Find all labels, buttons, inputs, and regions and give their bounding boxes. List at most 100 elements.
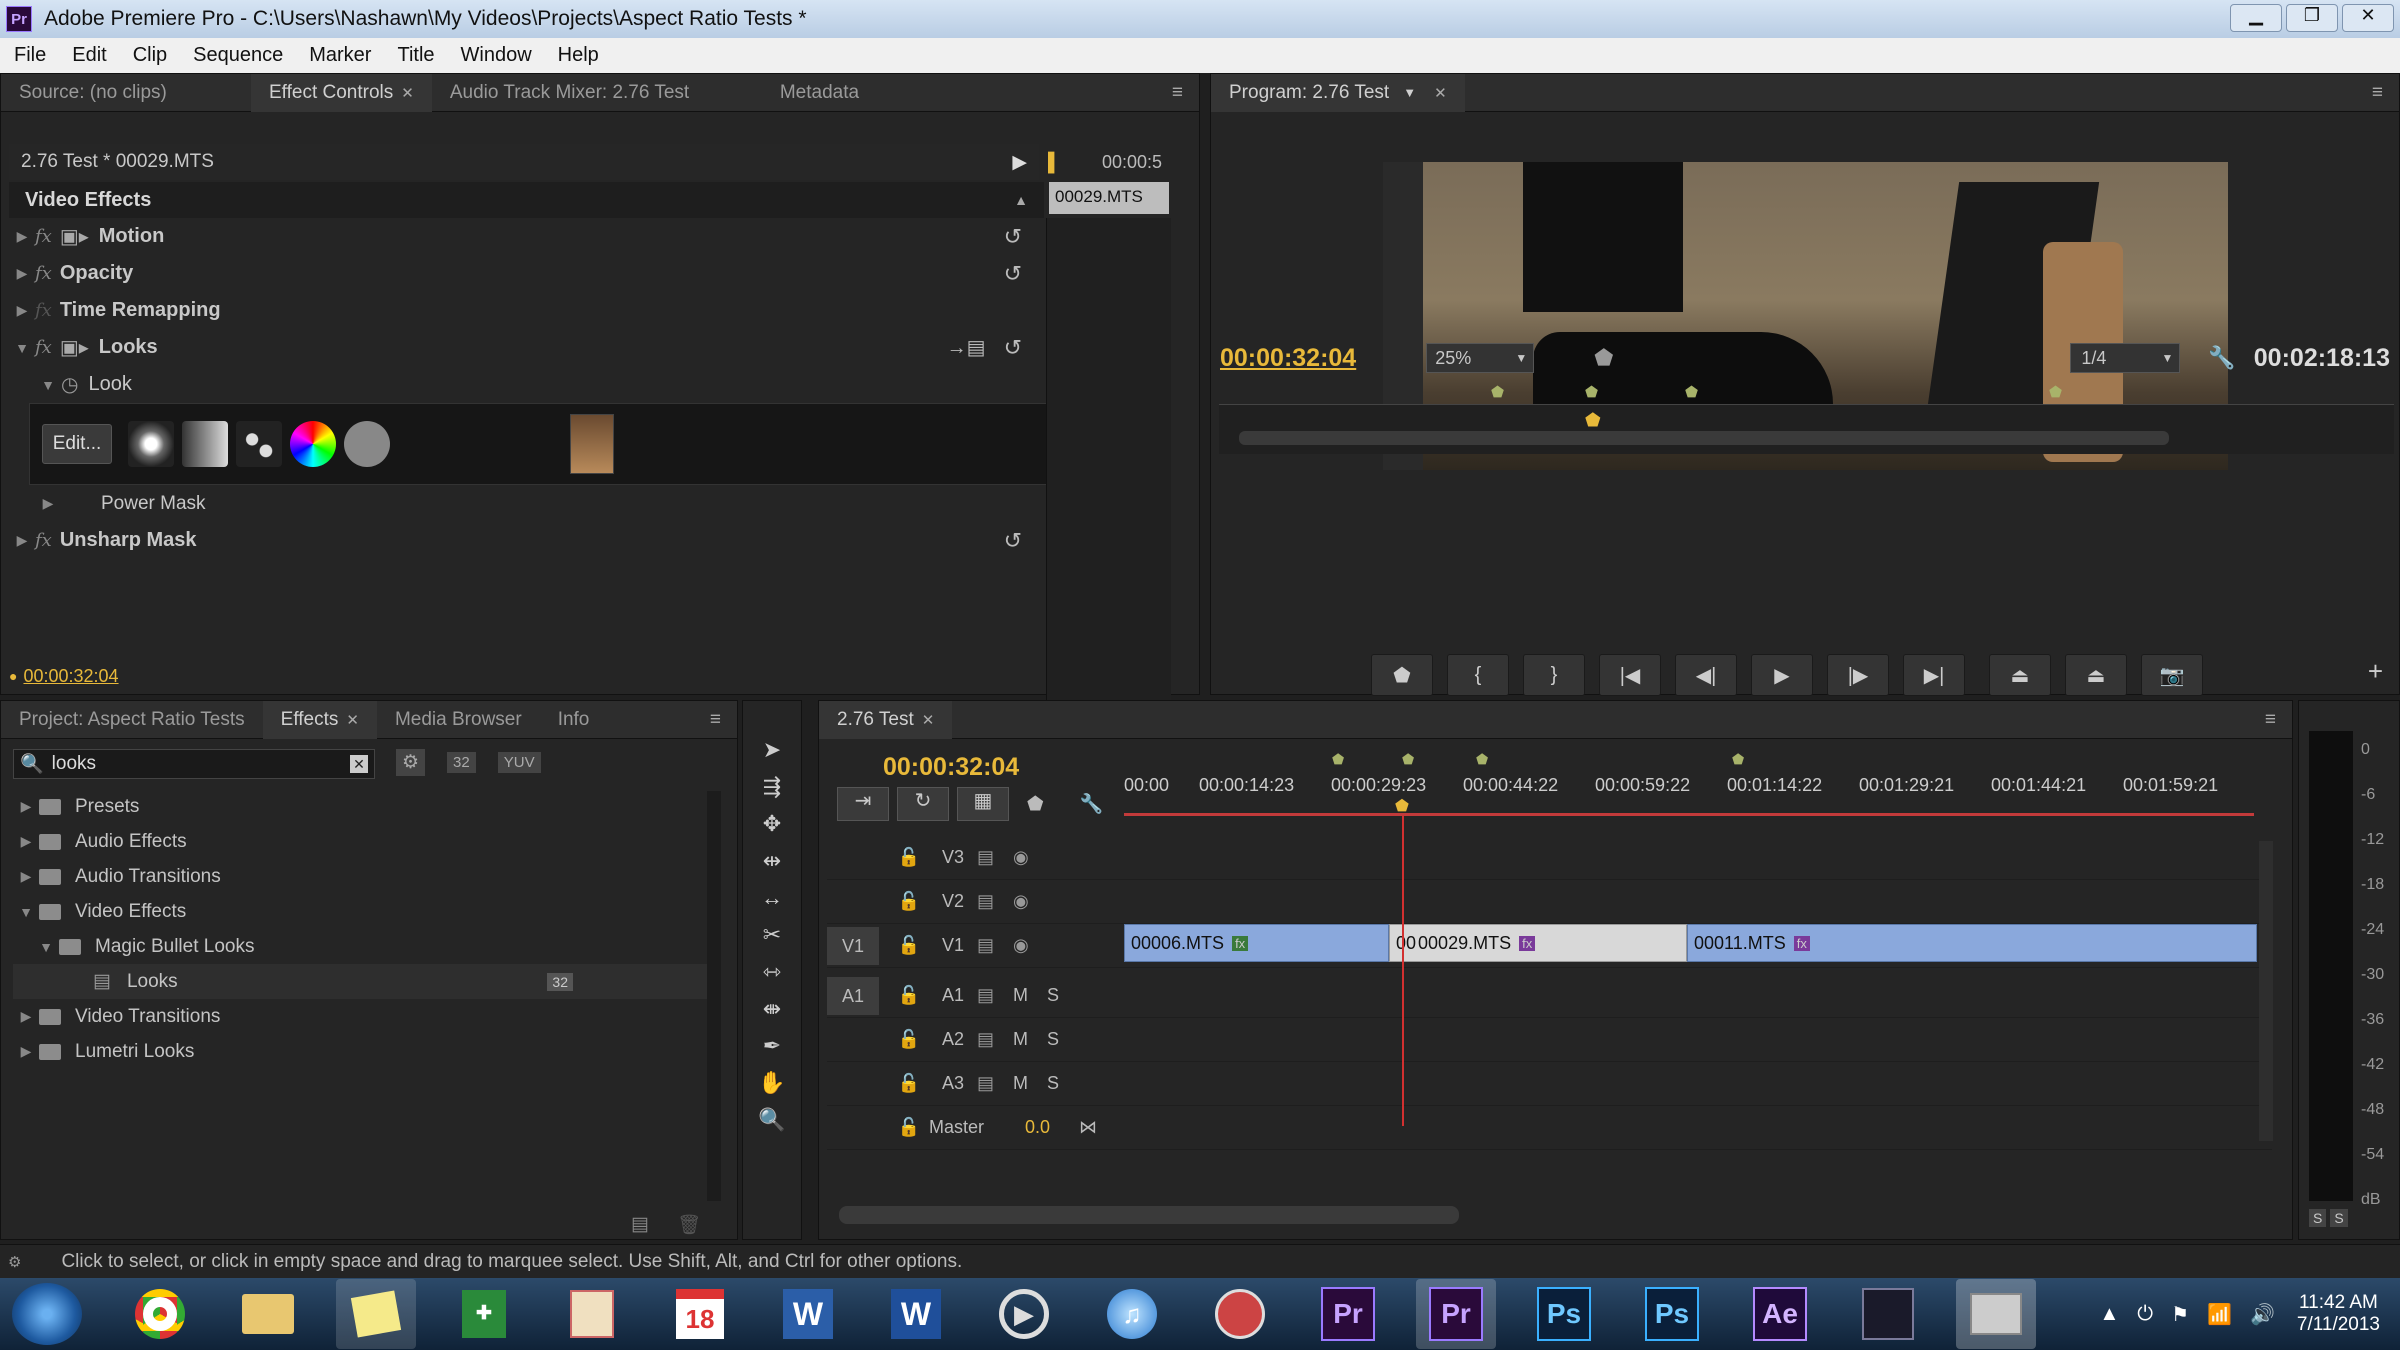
collapse-icon[interactable]: ▼ [9,340,35,356]
network-signal-icon[interactable]: 📶 [2207,1302,2232,1327]
tab-effect-controls[interactable]: Effect Controls ✕ [251,73,432,112]
playhead-icon[interactable]: ⬟ [1395,796,1409,816]
zoom-tool-icon[interactable]: 🔍 [758,1101,785,1138]
reset-icon[interactable]: ↺ [1004,261,1022,287]
menu-edit[interactable]: Edit [72,44,106,67]
resolution-select[interactable]: 1/4 ▼ [2070,343,2181,373]
film-icon[interactable]: ▤ [977,1029,1013,1050]
collapse-icon[interactable]: ▼ [35,377,61,393]
spreadsheet-icon[interactable]: ✚ [444,1279,524,1349]
reset-icon[interactable]: ↺ [1004,224,1022,250]
fx-icon[interactable]: fx [35,263,52,284]
panel-menu-icon[interactable]: ≡ [710,709,721,731]
film-icon[interactable]: ▤ [977,985,1013,1006]
tree-item-audio-effects[interactable]: ▶ Audio Effects [13,824,713,859]
word-2-icon[interactable]: W [876,1279,956,1349]
fx-icon[interactable]: fx [35,530,52,551]
close-icon[interactable]: ✕ [922,711,935,729]
reset-icon[interactable]: ↺ [1004,528,1022,554]
edit-looks-button[interactable]: Edit... [42,424,112,464]
power-mask-row[interactable]: ▶ Power Mask [9,485,1044,522]
slide-tool-icon[interactable]: ⇼ [763,990,781,1027]
expand-icon[interactable]: ▶ [13,1008,39,1025]
after-effects-icon[interactable]: Ae [1740,1279,1820,1349]
notepad-icon[interactable] [552,1279,632,1349]
lock-icon[interactable]: 🔓 [889,985,929,1006]
ripple-edit-tool-icon[interactable]: ✥ [763,805,781,842]
tree-item-presets[interactable]: ▶ Presets [13,789,713,824]
close-icon[interactable]: ✕ [401,84,414,102]
lock-icon[interactable]: 🔓 [889,847,929,868]
expand-icon[interactable]: ▶ [13,798,39,815]
expand-icon[interactable]: ▶ [9,265,35,282]
menu-window[interactable]: Window [461,44,532,67]
mute-button[interactable]: M [1013,1029,1047,1050]
premiere-active-icon[interactable]: Pr [1416,1279,1496,1349]
reset-icon[interactable]: ↺ [1004,335,1022,361]
expand-icon[interactable]: ▶ [35,495,61,512]
eye-icon[interactable]: ◉ [1013,935,1029,956]
media-encoder-icon[interactable] [1848,1279,1928,1349]
add-marker-icon[interactable]: ▦ [957,787,1009,821]
tab-effects[interactable]: Effects ✕ [262,700,377,739]
timeline-horizontal-scrollbar[interactable] [839,1206,1459,1224]
mute-button[interactable]: M [1013,1073,1047,1094]
tree-item-magic-bullet-looks[interactable]: ▼ Magic Bullet Looks [13,929,713,964]
look-thumb-colorwheel-icon[interactable] [290,421,336,467]
itunes-icon[interactable]: ♫ [1092,1279,1172,1349]
chrome-icon[interactable] [120,1279,200,1349]
network-icon[interactable] [1200,1279,1280,1349]
file-explorer-icon[interactable] [228,1279,308,1349]
32bit-effects-icon[interactable]: 32 [447,752,476,773]
panel-menu-icon[interactable]: ≡ [1172,82,1183,104]
effects-search-box[interactable]: 🔍 looks ✕ [13,749,375,779]
ec-timeline-area[interactable] [1046,218,1171,728]
a1-source-target[interactable]: A1 [827,976,879,1015]
mark-in-button[interactable]: { [1447,654,1509,696]
photoshop-icon[interactable]: Ps [1524,1279,1604,1349]
solo-right-button[interactable]: S [2330,1209,2348,1227]
playhead-icon[interactable]: ▌ [1048,152,1061,173]
playhead-line[interactable] [1402,816,1404,1126]
lock-icon[interactable]: 🔓 [889,935,929,956]
extract-button[interactable]: ⏏ [2065,654,2127,696]
tray-expand-icon[interactable]: ▲ [2100,1303,2120,1326]
tab-media-browser[interactable]: Media Browser [377,701,540,739]
close-icon[interactable]: ✕ [1434,84,1447,102]
sticky-notes-icon[interactable] [336,1279,416,1349]
dropdown-icon[interactable]: ▼ [1403,85,1416,100]
menu-file[interactable]: File [14,44,46,67]
media-player-icon[interactable]: ▶ [984,1279,1064,1349]
marker-icon[interactable]: ⬟ [1476,751,1488,768]
zoom-scrollbar[interactable] [1239,431,2169,445]
tab-sequence[interactable]: 2.76 Test ✕ [819,700,953,739]
ec-timecode[interactable]: 00:00:32:04 [23,666,118,687]
collapse-icon[interactable]: ▼ [13,904,39,920]
tree-item-looks[interactable]: ▤ Looks 32 [13,964,713,999]
menu-title[interactable]: Title [397,44,434,67]
minimize-button[interactable]: ▁ [2230,4,2282,32]
lock-icon[interactable]: 🔓 [889,891,929,912]
close-button[interactable]: ✕ [2342,4,2394,32]
menu-help[interactable]: Help [558,44,599,67]
wrench-icon[interactable]: 🔧 [2208,345,2235,371]
lock-icon[interactable]: 🔓 [889,1117,929,1138]
pen-tool-icon[interactable]: ✒ [763,1027,781,1064]
marker-icon[interactable]: ⬟ [1332,751,1344,768]
fx-icon[interactable]: fx [35,226,52,247]
slip-tool-icon[interactable]: ⇿ [763,953,781,990]
film-icon[interactable]: ▤ [977,847,1013,868]
look-thumb-bubbles-icon[interactable] [236,421,282,467]
expand-icon[interactable]: ▶ [9,228,35,245]
selection-tool-icon[interactable]: ➤ [763,731,781,768]
tab-source[interactable]: Source: (no clips) [1,74,251,112]
clock[interactable]: 11:42 AM 7/11/2013 [2297,1292,2380,1336]
go-to-out-button[interactable]: ▶| [1903,654,1965,696]
linked-selection-icon[interactable]: ↻ [897,787,949,821]
look-thumb-grey-icon[interactable] [344,421,390,467]
program-timecode[interactable]: 00:00:32:04 [1220,344,1356,373]
effect-row-unsharp-mask[interactable]: ▶ fx Unsharp Mask ↺ [9,522,1044,559]
master-volume[interactable]: 0.0 [1025,1117,1079,1138]
effect-row-opacity[interactable]: ▶ fx Opacity ↺ [9,255,1044,292]
menu-marker[interactable]: Marker [309,44,371,67]
